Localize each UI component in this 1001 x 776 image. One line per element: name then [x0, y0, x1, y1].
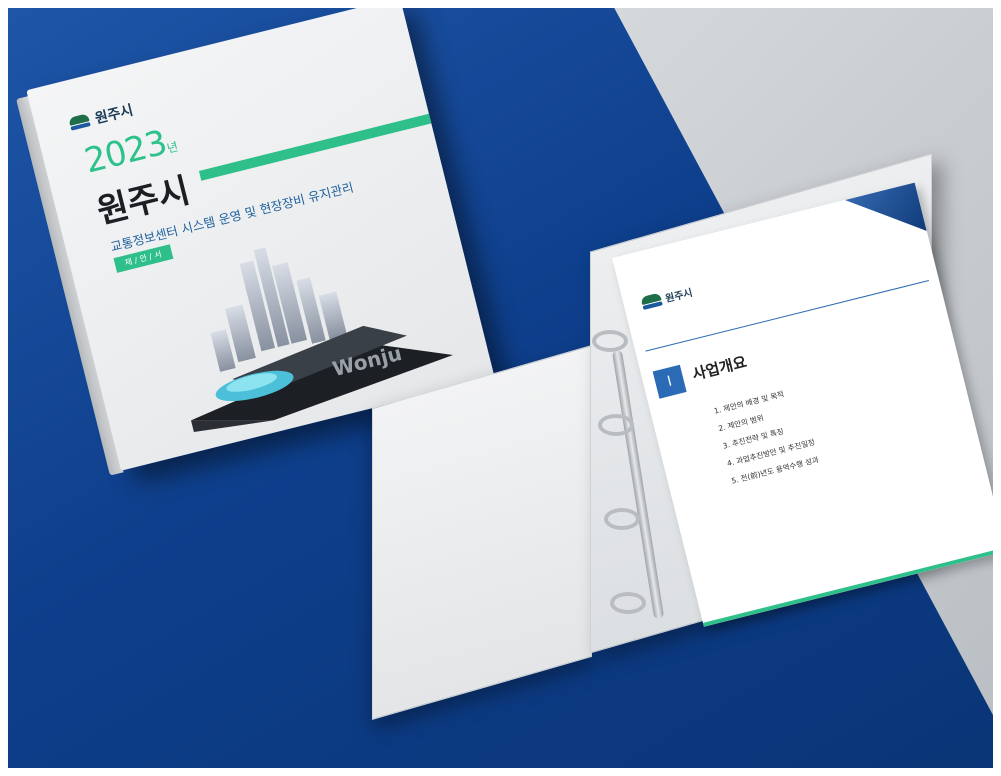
cover-logo: 원주시	[68, 100, 136, 135]
toc-list: 1. 제안의 배경 및 목적 2. 제안의 범위 3. 추진전략 및 특징 4.…	[713, 384, 822, 493]
city-logo-icon	[68, 113, 91, 131]
mockup-scene: 원주시 2023년 원주시 교통정보센터 시스템 운영 및 현장장비 유지관리 …	[0, 0, 1001, 776]
binder-ring	[598, 414, 634, 436]
binder-ring	[592, 330, 628, 352]
cover-year-suffix: 년	[165, 139, 179, 156]
city-logo-icon	[640, 291, 663, 310]
section-number-box: I	[652, 364, 687, 399]
binder-inner-left	[372, 344, 592, 720]
page-logo-text: 원주시	[664, 287, 694, 306]
page-logo: 원주시	[640, 284, 694, 311]
binder-ring	[604, 508, 640, 530]
binder-rings	[592, 330, 646, 630]
cover-logo-text: 원주시	[93, 102, 135, 128]
page-title: 사업개요	[690, 352, 749, 384]
binder-ring	[610, 592, 646, 614]
cover-accent-bar	[198, 112, 435, 181]
